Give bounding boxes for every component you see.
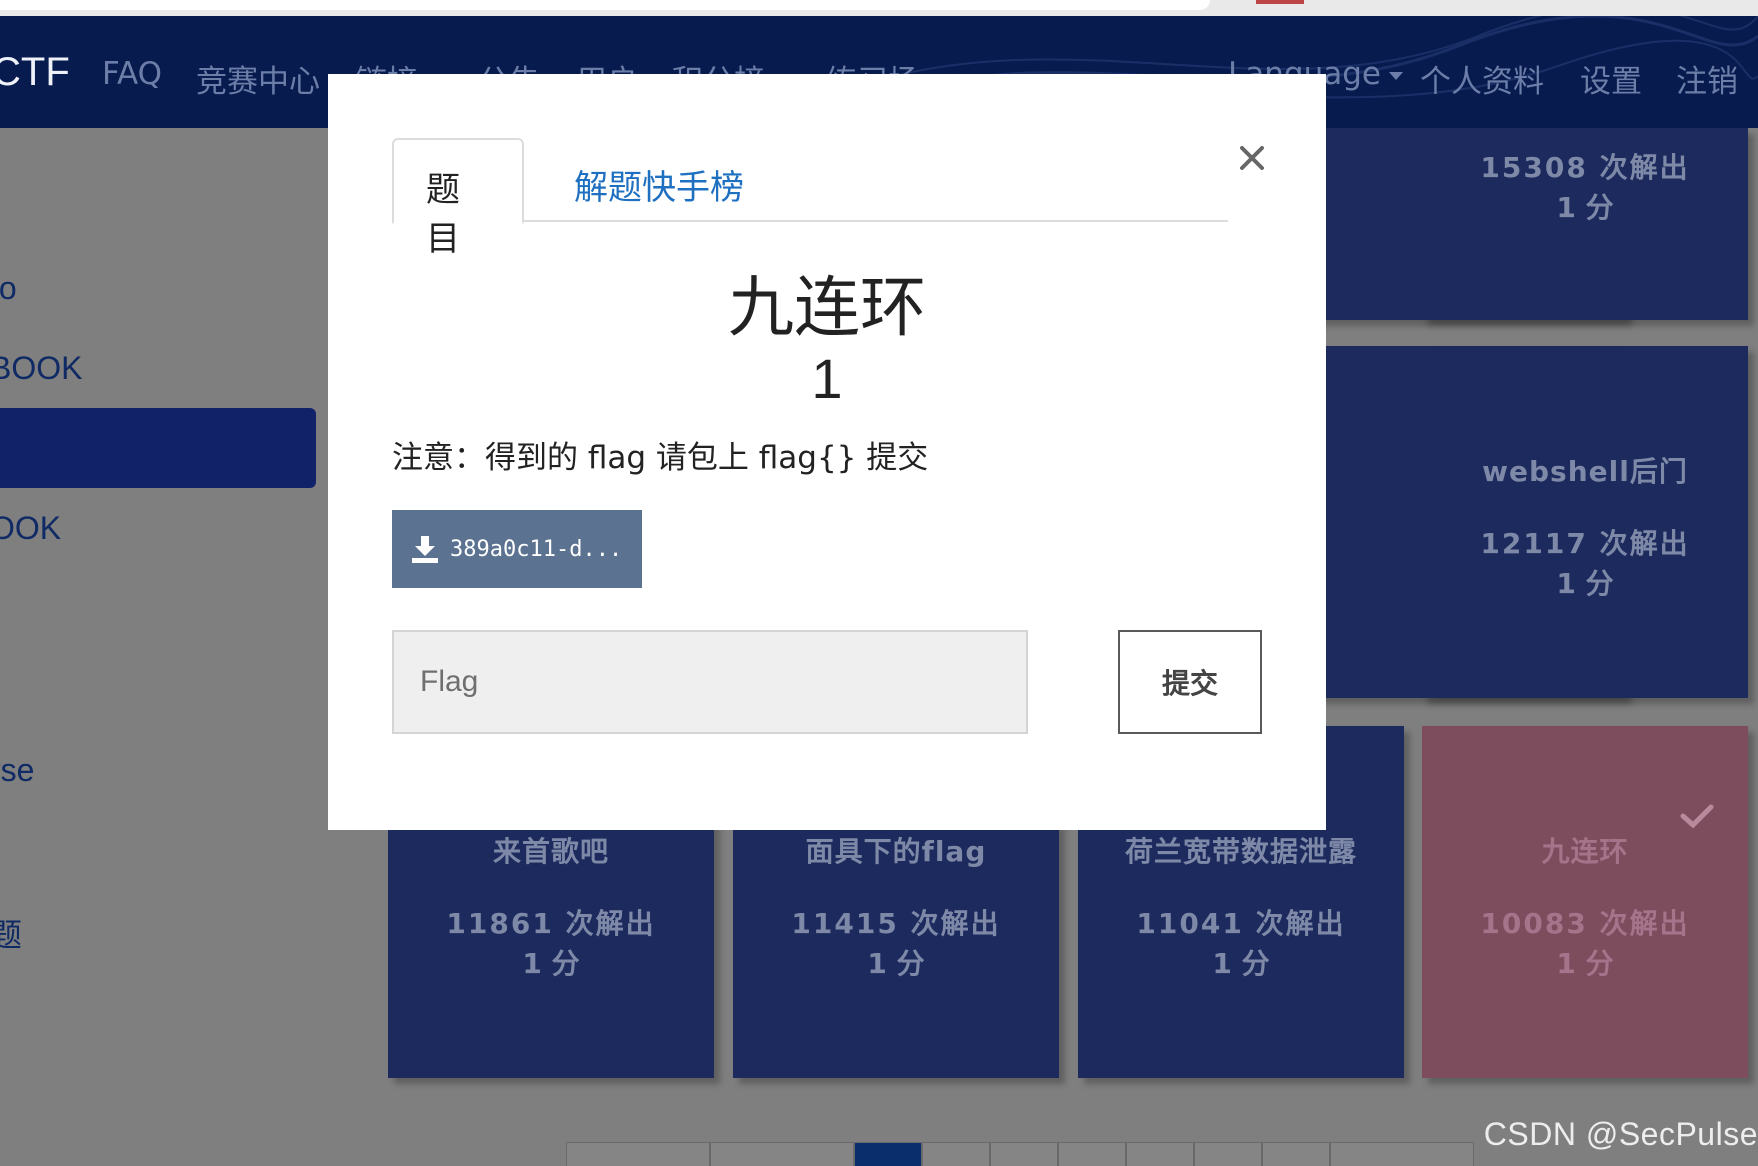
flag-input[interactable] bbox=[392, 630, 1028, 734]
card-points: 1 分 bbox=[1556, 191, 1614, 224]
card-solves: 12117 次解出 bbox=[1480, 527, 1690, 560]
card-solves: 15308 次解出 bbox=[1480, 151, 1690, 184]
modal-tabs: 题目 解题快手榜 bbox=[392, 138, 1228, 259]
submit-button[interactable]: 提交 bbox=[1118, 630, 1262, 734]
sidebar-item-3[interactable]: BOOK bbox=[0, 350, 82, 387]
download-file-button[interactable]: 389a0c11-d... bbox=[392, 510, 642, 588]
sidebar-item-6[interactable]: 题 bbox=[0, 910, 22, 956]
nav-logout[interactable]: 注销 bbox=[1676, 56, 1738, 101]
pagination-first[interactable] bbox=[566, 1142, 710, 1166]
challenge-card[interactable]: 15308 次解出 1 分 bbox=[1422, 128, 1748, 320]
browser-extension-icon[interactable] bbox=[1256, 0, 1304, 4]
challenge-title: 九连环 bbox=[728, 269, 926, 346]
pagination-next[interactable] bbox=[1330, 1142, 1474, 1166]
pagination-prev[interactable] bbox=[710, 1142, 854, 1166]
sidebar-item-4[interactable]: OOK bbox=[0, 510, 61, 547]
challenge-description: 注意：得到的 flag 请包上 flag{} 提交 bbox=[392, 440, 929, 476]
pagination-page[interactable] bbox=[1126, 1142, 1194, 1166]
tab-solves-leaderboard[interactable]: 解题快手榜 bbox=[542, 138, 776, 222]
close-icon[interactable] bbox=[1232, 138, 1272, 178]
pagination-page[interactable] bbox=[1262, 1142, 1330, 1166]
challenge-modal: 题目 解题快手榜 九连环 1 注意：得到的 flag 请包上 flag{} 提交… bbox=[328, 74, 1326, 830]
card-name: 九连环 bbox=[1541, 835, 1629, 868]
pagination-page[interactable] bbox=[1194, 1142, 1262, 1166]
browser-chrome bbox=[0, 0, 1758, 16]
card-name: webshell后门 bbox=[1482, 455, 1688, 488]
challenge-card[interactable]: webshell后门 12117 次解出 1 分 bbox=[1422, 346, 1748, 698]
nav-faq[interactable]: FAQ bbox=[102, 56, 162, 92]
brand-logo[interactable]: CTF bbox=[0, 50, 70, 95]
card-name: 荷兰宽带数据泄露 bbox=[1124, 835, 1357, 868]
card-points: 1 分 bbox=[1556, 947, 1614, 980]
nav-profile[interactable]: 个人资料 bbox=[1420, 56, 1544, 101]
sidebar-item-2[interactable]: to bbox=[0, 270, 17, 307]
nav-competition-center[interactable]: 竞赛中心 bbox=[196, 56, 320, 101]
card-solves: 10083 次解出 bbox=[1480, 907, 1690, 940]
sidebar-item-5[interactable]: rse bbox=[0, 752, 34, 789]
address-bar[interactable] bbox=[0, 0, 1210, 10]
check-icon bbox=[1680, 804, 1714, 828]
tab-challenge[interactable]: 题目 bbox=[392, 138, 524, 259]
card-solves: 11041 次解出 bbox=[1136, 907, 1346, 940]
card-name: 面具下的flag bbox=[805, 835, 987, 868]
card-name: 来首歌吧 bbox=[492, 835, 609, 868]
download-filename: 389a0c11-d... bbox=[450, 536, 623, 562]
card-solves: 11415 次解出 bbox=[791, 907, 1001, 940]
card-solves: 11861 次解出 bbox=[446, 907, 656, 940]
pagination-page[interactable] bbox=[922, 1142, 990, 1166]
card-points: 1 分 bbox=[1556, 567, 1614, 600]
watermark: CSDN @SecPulse bbox=[1483, 1116, 1758, 1152]
card-points: 1 分 bbox=[867, 947, 925, 980]
pagination-page[interactable] bbox=[1058, 1142, 1126, 1166]
sidebar-item-active[interactable] bbox=[0, 408, 316, 488]
nav-settings[interactable]: 设置 bbox=[1580, 56, 1642, 101]
challenge-points: 1 bbox=[811, 347, 843, 410]
download-icon bbox=[412, 536, 438, 563]
pagination-page[interactable] bbox=[990, 1142, 1058, 1166]
pagination bbox=[566, 1142, 1474, 1166]
card-points: 1 分 bbox=[522, 947, 580, 980]
card-points: 1 分 bbox=[1212, 947, 1270, 980]
challenge-card-solved[interactable]: 九连环 10083 次解出 1 分 bbox=[1422, 726, 1748, 1078]
pagination-page-active[interactable] bbox=[854, 1142, 922, 1166]
